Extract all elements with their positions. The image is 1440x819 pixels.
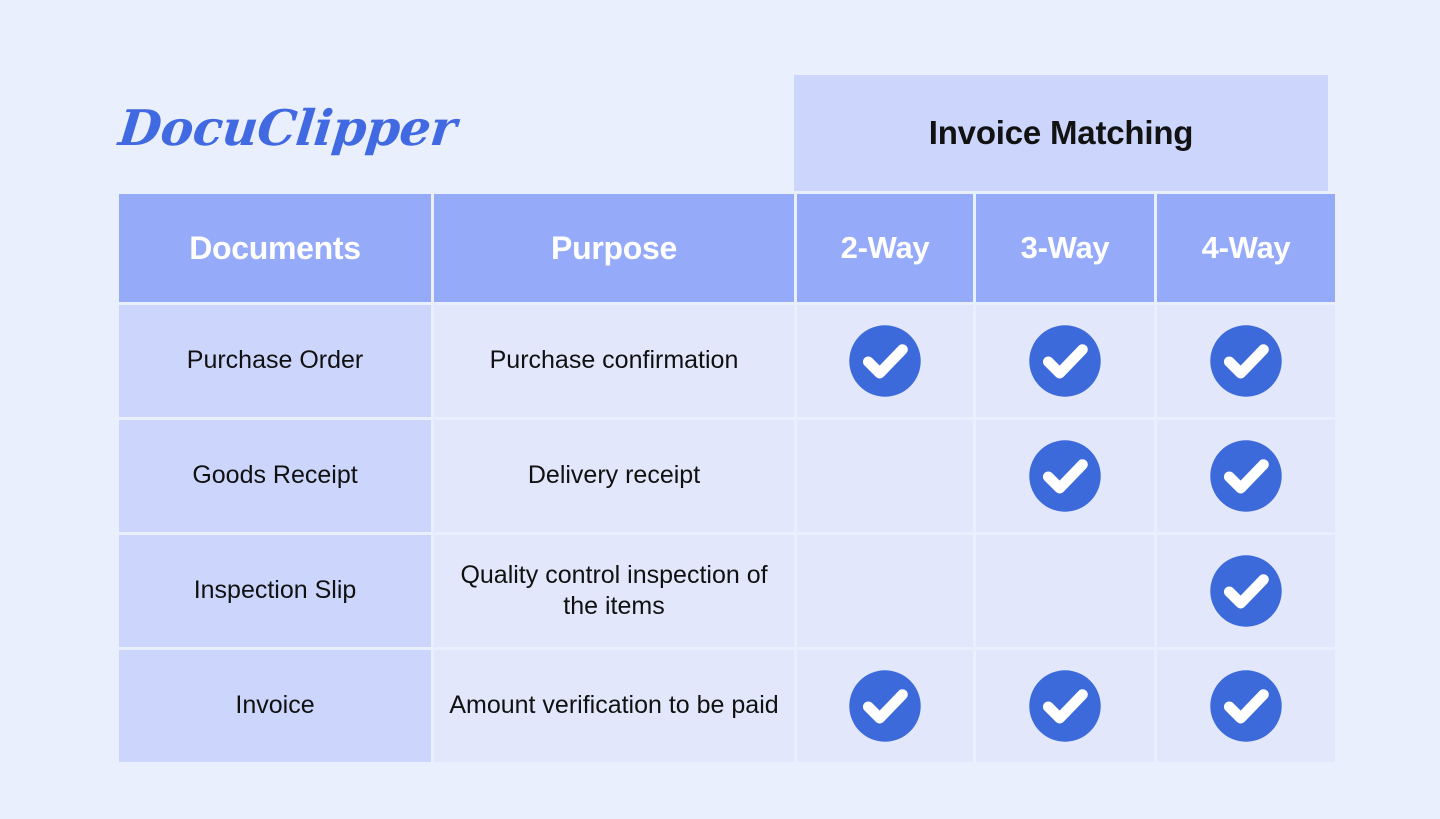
table-cell-four-way xyxy=(1157,420,1335,532)
purpose-text: Quality control inspection of the items xyxy=(460,560,768,620)
table-cell-two-way xyxy=(797,650,973,762)
no-check-placeholder xyxy=(811,541,959,641)
table-cell-four-way xyxy=(1157,305,1335,417)
column-header-four-way-label: 4-Way xyxy=(1201,230,1291,265)
table-cell-purpose: Quality control inspection of the items xyxy=(434,535,794,647)
table-cell-three-way xyxy=(976,535,1154,647)
table-cell-purpose: Amount verification to be paid xyxy=(434,650,794,762)
column-header-documents-label: Documents xyxy=(189,229,361,266)
check-circle-icon xyxy=(1171,426,1321,526)
document-name: Inspection Slip xyxy=(193,576,357,605)
table-cell-two-way xyxy=(797,305,973,417)
no-check-placeholder xyxy=(990,541,1140,641)
no-check-placeholder xyxy=(811,426,959,526)
column-header-three-way: 3-Way xyxy=(976,194,1154,302)
table-cell-purpose: Delivery receipt xyxy=(434,420,794,532)
table-cell-two-way xyxy=(797,535,973,647)
docuclipper-logo-text: DocuClipper xyxy=(116,98,459,157)
column-header-four-way: 4-Way xyxy=(1157,194,1335,302)
purpose-text: Amount verification to be paid xyxy=(449,691,779,720)
table-cell-two-way xyxy=(797,420,973,532)
docuclipper-logo: DocuClipper xyxy=(116,92,459,164)
table-cell-documents: Goods Receipt xyxy=(119,420,431,532)
infographic-canvas: DocuClipper Invoice Matching Documents P… xyxy=(0,0,1440,819)
document-name: Purchase Order xyxy=(186,346,364,375)
table-cell-four-way xyxy=(1157,650,1335,762)
table-cell-purpose: Purchase confirmation xyxy=(434,305,794,417)
invoice-matching-group-header: Invoice Matching xyxy=(794,75,1328,191)
check-circle-icon xyxy=(1171,541,1321,641)
check-circle-icon xyxy=(990,311,1140,411)
column-header-purpose: Purpose xyxy=(434,194,794,302)
check-circle-icon xyxy=(811,311,959,411)
table-cell-documents: Inspection Slip xyxy=(119,535,431,647)
document-name: Invoice xyxy=(235,691,315,720)
check-circle-icon xyxy=(1171,311,1321,411)
table-cell-three-way xyxy=(976,305,1154,417)
purpose-text: Purchase confirmation xyxy=(489,346,739,375)
check-circle-icon xyxy=(1171,656,1321,756)
column-header-two-way-label: 2-Way xyxy=(840,230,930,265)
check-circle-icon xyxy=(990,426,1140,526)
table-cell-four-way xyxy=(1157,535,1335,647)
check-circle-icon xyxy=(811,656,959,756)
table-cell-documents: Invoice xyxy=(119,650,431,762)
table-cell-three-way xyxy=(976,420,1154,532)
column-header-three-way-label: 3-Way xyxy=(1020,230,1110,265)
column-header-purpose-label: Purpose xyxy=(551,229,677,266)
purpose-text: Delivery receipt xyxy=(527,461,701,490)
document-name: Goods Receipt xyxy=(192,461,358,490)
column-header-two-way: 2-Way xyxy=(797,194,973,302)
table-cell-three-way xyxy=(976,650,1154,762)
invoice-matching-title: Invoice Matching xyxy=(928,114,1194,151)
column-header-documents: Documents xyxy=(119,194,431,302)
check-circle-icon xyxy=(990,656,1140,756)
invoice-matching-table: Documents Purpose 2-Way 3-Way 4-Way Purc… xyxy=(119,194,1335,762)
table-cell-documents: Purchase Order xyxy=(119,305,431,417)
